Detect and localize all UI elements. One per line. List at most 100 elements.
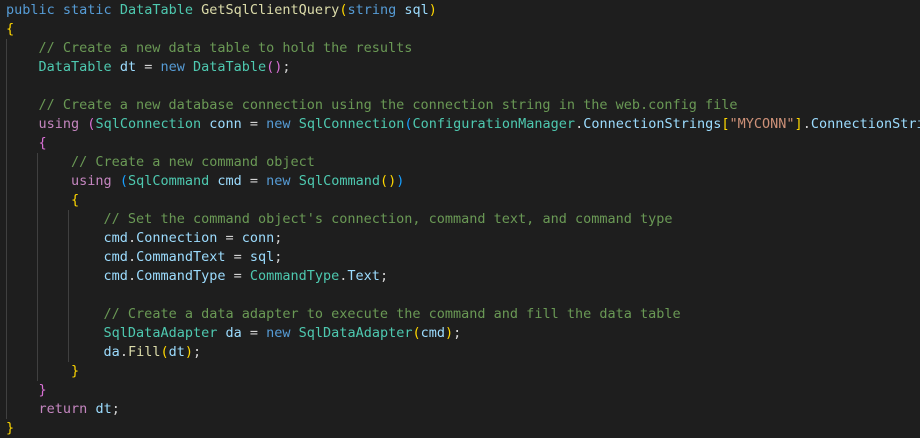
code-token: SqlConnection [298,116,405,132]
code-token: cmd [217,173,242,189]
code-token: Text [347,268,380,284]
code-line[interactable]: } [6,362,79,381]
code-token: ; [453,325,462,341]
code-token: cmd [103,268,128,284]
code-token: da [103,344,120,360]
code-line[interactable]: cmd.CommandText = sql; [6,248,283,267]
code-line[interactable]: { [6,20,14,39]
code-token: cmd [420,325,445,341]
code-token: using [38,116,80,132]
code-token: Connection [136,230,218,246]
code-line[interactable]: return dt; [6,400,120,419]
code-token: ConnectionString [810,116,920,132]
code-token: . [575,116,584,132]
code-line[interactable]: // Create a new database connection usin… [6,96,738,115]
code-token: Fill [127,344,161,360]
code-editor[interactable]: public static DataTable GetSqlClientQuer… [0,0,920,438]
code-token: = [241,325,267,341]
code-line[interactable]: public static DataTable GetSqlClientQuer… [6,1,437,20]
code-token: SqlDataAdapter [103,325,218,341]
code-token: DataTable [119,2,193,18]
code-token: ( [404,116,413,132]
code-token: SqlDataAdapter [298,325,413,341]
code-token: CommandType [249,268,340,284]
code-token: ) [396,173,405,189]
code-line[interactable]: // Create a new data table to hold the r… [6,39,413,58]
code-line[interactable]: { [6,191,79,210]
code-token: // Create a new data table to hold the r… [38,40,413,56]
code-token: SqlConnection [95,116,202,132]
code-line[interactable]: SqlDataAdapter da = new SqlDataAdapter(c… [6,324,462,343]
code-token: = [136,59,161,75]
code-line[interactable]: } [6,381,47,400]
code-line[interactable]: DataTable dt = new DataTable(); [6,58,291,77]
code-line[interactable]: // Create a new command object [6,153,315,172]
code-line[interactable]: using (SqlCommand cmd = new SqlCommand()… [6,172,404,191]
code-token: { [38,135,47,151]
code-token: // Create a new database connection usin… [38,97,738,113]
code-token: return [38,401,88,417]
code-token: ( [119,173,128,189]
code-token: // Set the command object's connection, … [103,211,673,227]
code-token: SqlCommand [298,173,380,189]
code-line[interactable]: cmd.Connection = conn; [6,229,283,248]
code-token: // Create a data adapter to execute the … [103,306,681,322]
code-token: ConfigurationManager [412,116,576,132]
code-token: ) [445,325,454,341]
code-token: GetSqlClientQuery [201,2,340,18]
code-token: dt [95,401,112,417]
code-token: ] [794,116,803,132]
code-token: . [127,249,137,265]
code-token: new [266,173,291,189]
code-line[interactable]: } [6,419,14,438]
code-token: cmd [103,230,128,246]
code-token: new [266,116,291,132]
code-token: ; [193,344,202,360]
code-line[interactable]: // Set the command object's connection, … [6,210,673,229]
code-line[interactable]: using (SqlConnection conn = new SqlConne… [6,115,920,134]
code-token: ) [428,2,437,18]
code-token: new [160,59,185,75]
code-line[interactable]: // Create a data adapter to execute the … [6,305,681,324]
code-token: "MYCONN" [729,116,795,132]
code-line[interactable]: cmd.CommandType = CommandType.Text; [6,267,389,286]
code-token: sql [249,249,275,265]
code-token: using [71,173,112,189]
code-token: DataTable [193,59,267,75]
code-token: { [71,192,80,208]
code-line[interactable]: { [6,134,47,153]
code-token: ; [111,401,120,417]
code-token: . [119,344,128,360]
code-token: ( [412,325,421,341]
code-token: ; [274,249,283,265]
code-token: DataTable [38,59,112,75]
code-token: . [802,116,811,132]
code-token: SqlCommand [127,173,210,189]
code-token: ; [274,230,283,246]
code-token: ) [184,344,194,360]
code-token: dt [119,59,137,75]
code-token: new [266,325,291,341]
code-token: { [6,21,15,37]
code-token: cmd [103,249,128,265]
code-line[interactable]: da.Fill(dt); [6,343,202,362]
code-token: ; [282,59,291,75]
code-token: dt [168,344,185,360]
